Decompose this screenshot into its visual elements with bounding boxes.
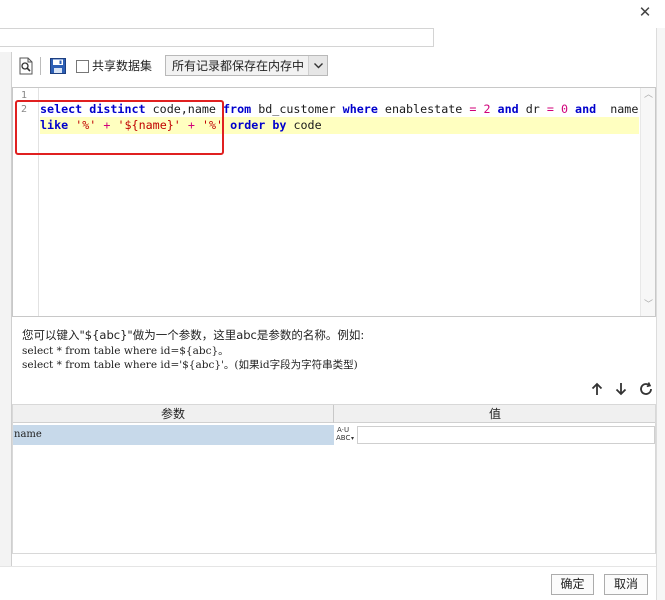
table-row[interactable]: name A·U ABC ▾ (13, 425, 655, 445)
preview-icon[interactable] (17, 57, 35, 75)
code-token: where (342, 102, 378, 116)
help-line: 您可以键入"${abc}"做为一个参数，这里abc是参数的名称。例如: (22, 328, 365, 342)
help-line: select * from table where id=${abc}。 (22, 345, 229, 357)
type-text-icon[interactable]: A·U ABC ▾ (335, 426, 357, 444)
chevron-down-icon[interactable] (308, 56, 327, 75)
code-token: order (230, 118, 266, 132)
parameter-table: 参数 值 name A·U ABC ▾ (12, 404, 656, 554)
left-panel-edge (0, 52, 12, 600)
code-token: from (223, 102, 252, 116)
ok-button[interactable]: 确定 (551, 574, 594, 595)
code-token: 0 (560, 102, 568, 116)
arrow-down-icon[interactable] (613, 381, 629, 397)
toolbar: 共享数据集 所有记录都保存在内存中 (12, 54, 656, 80)
code-token: and (575, 102, 597, 116)
code-token: = (546, 102, 554, 116)
scroll-up-icon[interactable]: ︿ (644, 91, 653, 100)
title-bar (0, 0, 665, 28)
code-token: name (610, 102, 639, 116)
right-scroll-column (656, 28, 665, 600)
type-icon-text: ABC (336, 434, 351, 442)
column-header-param: 参数 (13, 405, 334, 423)
scroll-down-icon[interactable]: ﹀ (644, 301, 653, 310)
shared-dataset-label: 共享数据集 (92, 59, 153, 73)
code-token: 2 (483, 102, 491, 116)
code-token: and (497, 102, 519, 116)
storage-mode-value: 所有记录都保存在内存中 (172, 59, 305, 73)
code-token: bd_customer (258, 102, 336, 116)
toolbar-separator (40, 57, 41, 75)
code-token: dr (525, 102, 540, 116)
param-name-cell[interactable]: name (13, 425, 334, 445)
column-header-value: 值 (488, 407, 501, 421)
storage-mode-select[interactable]: 所有记录都保存在内存中 (165, 55, 328, 76)
save-icon[interactable] (49, 57, 67, 75)
code-token: code (293, 118, 322, 132)
code-token: by (272, 118, 287, 132)
dataset-name-input[interactable] (0, 28, 434, 47)
editor-vertical-scrollbar[interactable]: ︿ ﹀ (640, 88, 655, 316)
red-annotation-box (15, 100, 224, 155)
code-token: enablestate (384, 102, 463, 116)
close-icon[interactable]: ✕ (637, 4, 653, 20)
help-line: select * from table where id='${abc}'。(如… (22, 359, 358, 371)
cancel-button[interactable]: 取消 (604, 574, 648, 595)
arrow-up-icon[interactable] (589, 381, 605, 397)
shared-dataset-checkbox[interactable] (76, 60, 89, 73)
table-header: 参数 值 (13, 405, 655, 423)
param-value-input[interactable] (357, 426, 655, 444)
refresh-icon[interactable] (638, 381, 654, 397)
